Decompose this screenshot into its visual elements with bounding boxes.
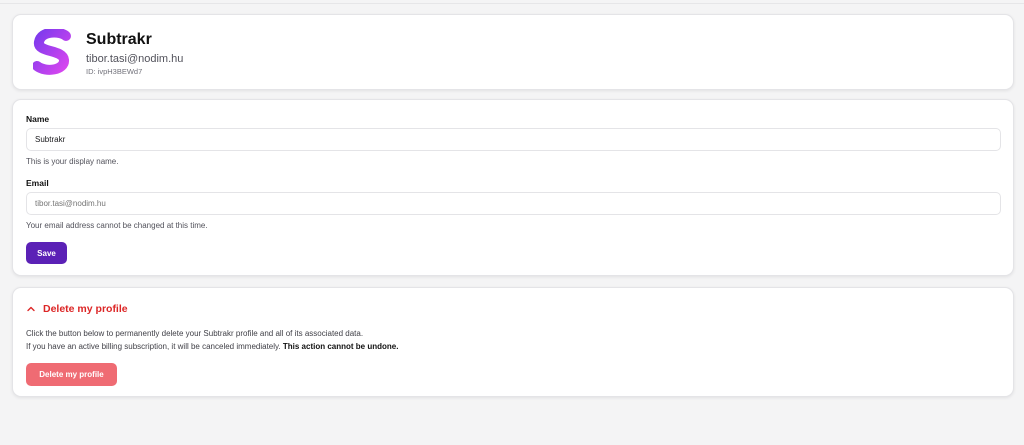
delete-description-line1: Click the button below to permanently de… xyxy=(26,329,364,338)
name-label: Name xyxy=(26,114,50,124)
delete-warning-text: If you have an active billing subscripti… xyxy=(26,342,281,351)
email-field xyxy=(26,192,1001,215)
name-help-text: This is your display name. xyxy=(26,157,119,166)
delete-profile-toggle[interactable]: Delete my profile xyxy=(26,302,128,316)
delete-description-line2: If you have an active billing subscripti… xyxy=(26,342,398,351)
email-label: Email xyxy=(26,178,49,188)
profile-settings-form: Name This is your display name. Email Yo… xyxy=(12,99,1014,276)
delete-profile-card: Delete my profile Click the button below… xyxy=(12,287,1014,397)
delete-profile-title: Delete my profile xyxy=(43,303,128,315)
app-name: Subtrakr xyxy=(86,31,152,48)
irreversible-warning: This action cannot be undone. xyxy=(282,342,399,351)
delete-profile-button[interactable]: Delete my profile xyxy=(26,363,117,386)
email-help-text: Your email address cannot be changed at … xyxy=(26,221,208,230)
name-input[interactable] xyxy=(26,128,1001,151)
user-email: tibor.tasi@nodim.hu xyxy=(86,53,184,65)
save-button[interactable]: Save xyxy=(26,242,67,264)
chevron-up-icon xyxy=(27,306,35,312)
top-divider xyxy=(0,0,1024,4)
app-logo-icon xyxy=(33,29,71,75)
user-id: ID: ivpH3BEWd7 xyxy=(86,67,143,76)
profile-card: Subtrakr tibor.tasi@nodim.hu ID: ivpH3BE… xyxy=(12,14,1014,90)
